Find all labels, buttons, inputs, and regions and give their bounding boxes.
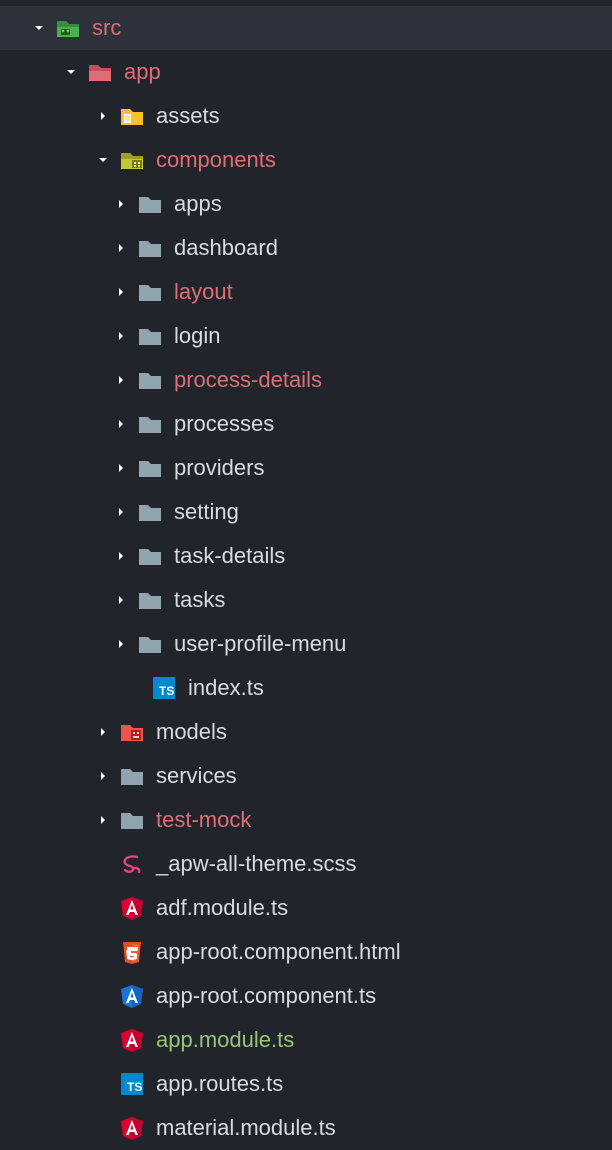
tree-label: apps — [174, 191, 222, 217]
tree-label: components — [156, 147, 276, 173]
tree-label: providers — [174, 455, 264, 481]
tree-folder-test-mock[interactable]: test-mock — [0, 798, 612, 842]
angular-icon — [118, 1026, 146, 1054]
folder-icon — [136, 630, 164, 658]
folder-icon — [136, 498, 164, 526]
folder-icon — [136, 586, 164, 614]
tree-label: app — [124, 59, 161, 85]
tree-folder-login[interactable]: login — [0, 314, 612, 358]
folder-icon — [118, 762, 146, 790]
tree-label: services — [156, 763, 237, 789]
chevron-down-icon — [64, 65, 78, 79]
tree-label: app-root.component.ts — [156, 983, 376, 1009]
folder-icon — [136, 322, 164, 350]
tree-folder-app[interactable]: app — [0, 50, 612, 94]
tree-label: test-mock — [156, 807, 251, 833]
tree-label: tasks — [174, 587, 225, 613]
tree-file-app-root-ts[interactable]: app-root.component.ts — [0, 974, 612, 1018]
chevron-right-icon — [96, 109, 110, 123]
tree-file-index-ts[interactable]: index.ts — [0, 666, 612, 710]
tree-folder-assets[interactable]: assets — [0, 94, 612, 138]
folder-icon — [118, 102, 146, 130]
chevron-right-icon — [114, 593, 128, 607]
tree-label: app-root.component.html — [156, 939, 401, 965]
folder-open-icon — [86, 58, 114, 86]
folder-icon — [136, 278, 164, 306]
tree-folder-setting[interactable]: setting — [0, 490, 612, 534]
tree-label: material.module.ts — [156, 1115, 336, 1141]
chevron-right-icon — [114, 461, 128, 475]
tree-label: login — [174, 323, 220, 349]
chevron-right-icon — [114, 285, 128, 299]
tree-folder-user-profile-menu[interactable]: user-profile-menu — [0, 622, 612, 666]
tree-label: dashboard — [174, 235, 278, 261]
tree-file-app-module[interactable]: app.module.ts — [0, 1018, 612, 1062]
folder-icon — [118, 806, 146, 834]
tree-file-app-root-html[interactable]: app-root.component.html — [0, 930, 612, 974]
angular-icon — [118, 1114, 146, 1142]
file-tree: src app assets components apps dashboard… — [0, 0, 612, 1150]
tree-label: app.routes.ts — [156, 1071, 283, 1097]
chevron-right-icon — [96, 725, 110, 739]
chevron-right-icon — [114, 637, 128, 651]
tree-file-material-module[interactable]: material.module.ts — [0, 1106, 612, 1150]
html-icon — [118, 938, 146, 966]
tree-folder-dashboard[interactable]: dashboard — [0, 226, 612, 270]
tree-label: index.ts — [188, 675, 264, 701]
chevron-right-icon — [114, 329, 128, 343]
chevron-right-icon — [114, 505, 128, 519]
tree-folder-src[interactable]: src — [0, 6, 612, 50]
angular-icon — [118, 982, 146, 1010]
chevron-right-icon — [114, 417, 128, 431]
tree-label: models — [156, 719, 227, 745]
tree-folder-apps[interactable]: apps — [0, 182, 612, 226]
tree-label: process-details — [174, 367, 322, 393]
folder-icon — [136, 454, 164, 482]
chevron-right-icon — [96, 769, 110, 783]
tree-folder-task-details[interactable]: task-details — [0, 534, 612, 578]
folder-icon — [136, 410, 164, 438]
typescript-icon — [150, 674, 178, 702]
folder-icon — [136, 234, 164, 262]
tree-label: src — [92, 15, 121, 41]
folder-icon — [136, 542, 164, 570]
tree-folder-processes[interactable]: processes — [0, 402, 612, 446]
tree-folder-services[interactable]: services — [0, 754, 612, 798]
tree-label: layout — [174, 279, 233, 305]
chevron-right-icon — [114, 373, 128, 387]
tree-label: app.module.ts — [156, 1027, 294, 1053]
tree-file-app-routes[interactable]: app.routes.ts — [0, 1062, 612, 1106]
chevron-down-icon — [96, 153, 110, 167]
chevron-down-icon — [32, 21, 46, 35]
sass-icon — [118, 850, 146, 878]
tree-folder-components[interactable]: components — [0, 138, 612, 182]
tree-folder-layout[interactable]: layout — [0, 270, 612, 314]
tree-label: _apw-all-theme.scss — [156, 851, 357, 877]
folder-icon — [136, 366, 164, 394]
tree-file-apw-all-theme[interactable]: _apw-all-theme.scss — [0, 842, 612, 886]
typescript-icon — [118, 1070, 146, 1098]
tree-label: processes — [174, 411, 274, 437]
chevron-right-icon — [96, 813, 110, 827]
tree-folder-process-details[interactable]: process-details — [0, 358, 612, 402]
tree-file-adf-module[interactable]: adf.module.ts — [0, 886, 612, 930]
angular-icon — [118, 894, 146, 922]
tree-folder-providers[interactable]: providers — [0, 446, 612, 490]
folder-icon — [136, 190, 164, 218]
tree-label: user-profile-menu — [174, 631, 346, 657]
chevron-right-icon — [114, 197, 128, 211]
tree-folder-models[interactable]: models — [0, 710, 612, 754]
tree-label: task-details — [174, 543, 285, 569]
folder-open-icon — [54, 14, 82, 42]
tree-folder-tasks[interactable]: tasks — [0, 578, 612, 622]
chevron-right-icon — [114, 549, 128, 563]
tree-label: setting — [174, 499, 239, 525]
chevron-right-icon — [114, 241, 128, 255]
tree-label: adf.module.ts — [156, 895, 288, 921]
folder-open-icon — [118, 146, 146, 174]
tree-label: assets — [156, 103, 220, 129]
folder-icon — [118, 718, 146, 746]
